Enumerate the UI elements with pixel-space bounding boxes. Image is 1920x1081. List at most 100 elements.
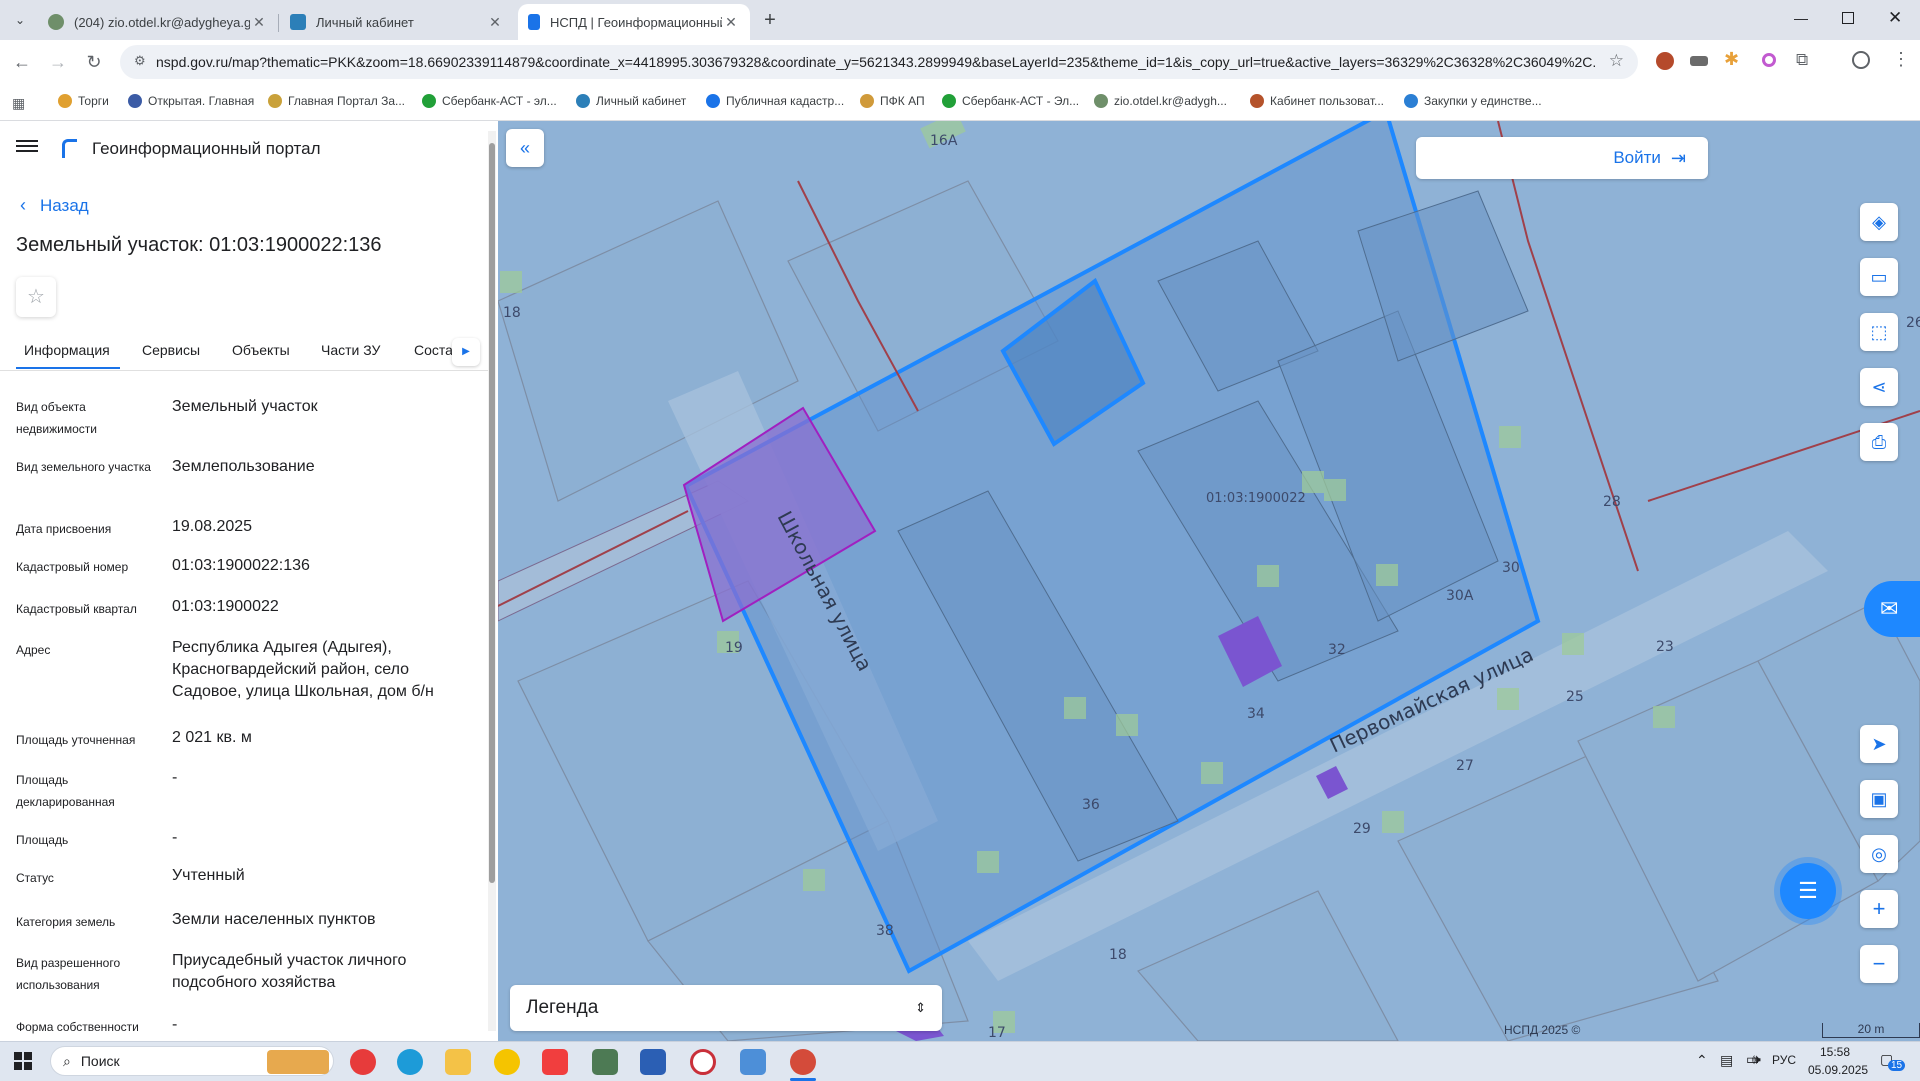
house-marker [1497,688,1519,710]
house-marker [1302,471,1324,493]
clock-time[interactable]: 15:58 [1820,1045,1850,1059]
tab-mail[interactable]: (204) zio.otdel.kr@adygheya.go ✕ [38,4,278,40]
bookmark-item[interactable]: Сбербанк-АСТ - Эл... [942,94,1079,108]
bookmark-item[interactable]: Личный кабинет [576,94,686,108]
legend-toggle[interactable]: Легенда ⇕ [510,985,942,1031]
extensions-puzzle-icon[interactable]: ⧉ [1796,50,1808,70]
close-icon[interactable]: ✕ [250,14,268,31]
reload-icon[interactable]: ↻ [80,48,108,76]
url-text: nspd.gov.ru/map?thematic=PKK&zoom=18.669… [156,54,1596,70]
bookmark-item[interactable]: ПФК АП [860,94,925,108]
menu-dots-icon[interactable]: ⋮ [1892,49,1910,70]
tab-info[interactable]: Информация [24,342,110,358]
scrollbar-thumb[interactable] [489,143,495,883]
extension-2-icon[interactable] [1690,56,1708,66]
area-select-icon[interactable]: ⬚ [1860,313,1898,351]
zoom-out-button[interactable]: − [1860,945,1898,983]
word-icon[interactable] [640,1049,666,1075]
layers-icon[interactable]: ◈ [1860,203,1898,241]
house-number: 27 [1456,758,1474,774]
share-icon[interactable]: ⋖ [1860,368,1898,406]
login-icon: ⇥ [1670,147,1686,168]
close-icon[interactable]: ✕ [486,14,504,31]
chat-icon: ☰ [1798,878,1818,903]
site-info-icon[interactable]: ⚙ [134,53,146,69]
app-icon[interactable] [494,1049,520,1075]
field-label: Площадь [16,833,69,847]
extension-3-icon[interactable]: ✱ [1724,49,1739,70]
browser-toolbar: ← → ↻ ⚙ nspd.gov.ru/map?thematic=PKK&zoo… [0,40,1920,86]
panel-scrollbar[interactable] [488,131,496,1031]
windows-start-icon[interactable] [14,1052,32,1070]
tab-nspd[interactable]: НСПД | Геоинформационный ✕ [518,4,750,40]
map-view[interactable]: 16А 17 18 26 28 30 30А 32 34 36 19 23 25… [498,121,1920,1041]
bookmark-item[interactable]: zio.otdel.kr@adygh... [1094,94,1227,108]
app-icon[interactable] [592,1049,618,1075]
restore-button[interactable] [1842,12,1854,24]
bookmark-item[interactable]: Сбербанк-АСТ - эл... [422,94,557,108]
tab-composition[interactable]: Соста [414,342,453,358]
feedback-tab-button[interactable]: ✉ [1864,581,1920,637]
language-indicator[interactable]: РУС [1772,1053,1796,1067]
bookmark-item[interactable]: Публичная кадастр... [706,94,844,108]
mail-favicon-icon [48,14,64,30]
forward-arrow-icon[interactable]: → [44,48,72,76]
tab-services[interactable]: Сервисы [142,342,200,358]
tray-device-icon[interactable]: ▤ [1720,1052,1733,1069]
taskbar-search-box[interactable]: ⌕ Поиск [50,1046,334,1076]
minimap-icon[interactable]: ▣ [1860,780,1898,818]
notification-count-badge: 15 [1888,1060,1906,1071]
tabs-divider [0,370,488,371]
geosearch-icon[interactable]: ◎ [1860,835,1898,873]
file-explorer-icon[interactable] [445,1049,471,1075]
favorite-button[interactable]: ☆ [16,277,56,317]
field-label: Вид объекта недвижимости [16,400,97,436]
chevron-up-icon[interactable]: ⌃ [1696,1052,1708,1069]
tab-personal-cabinet[interactable]: Личный кабинет ✕ [280,4,514,40]
house-marker [1653,706,1675,728]
back-arrow-icon[interactable]: ← [8,48,36,76]
tab-parts[interactable]: Части ЗУ [321,342,380,358]
hamburger-menu-icon[interactable] [16,137,38,155]
extension-1-icon[interactable] [1656,52,1674,70]
bookmark-item[interactable]: Открытая. Главная [128,94,254,108]
field-label: Категория земель [16,915,116,929]
edge-icon[interactable] [397,1049,423,1075]
house-marker [1201,762,1223,784]
bookmark-item[interactable]: Закупки у единстве... [1404,94,1542,108]
yandex-icon[interactable] [542,1049,568,1075]
house-marker [1116,714,1138,736]
login-button[interactable]: Войти ⇥ [1416,137,1708,179]
collapse-panel-button[interactable]: « [506,129,544,167]
yandex-browser-icon[interactable] [350,1049,376,1075]
app-icon[interactable] [740,1049,766,1075]
profile-icon[interactable] [1852,51,1870,69]
close-icon[interactable]: ✕ [722,14,740,31]
extension-4-icon[interactable] [1762,53,1776,67]
close-window-button[interactable]: ✕ [1888,8,1902,28]
house-number: 32 [1328,642,1346,658]
tab-objects[interactable]: Объекты [232,342,290,358]
ruler-icon[interactable]: ▭ [1860,258,1898,296]
tabs-scroll-right-button[interactable]: ▶ [452,338,480,366]
clock-date[interactable]: 05.09.2025 [1808,1063,1868,1077]
zoom-in-button[interactable]: + [1860,890,1898,928]
address-bar[interactable]: ⚙ nspd.gov.ru/map?thematic=PKK&zoom=18.6… [120,45,1638,79]
tab-search-button[interactable]: ⌄ [8,9,32,33]
field-value: 19.08.2025 [172,518,253,535]
chrome-icon[interactable] [790,1049,816,1075]
chat-button[interactable]: ☰ [1780,863,1836,919]
apps-grid-icon[interactable]: ▦ [12,95,25,112]
bookmark-item[interactable]: Главная Портал За... [268,94,405,108]
app-icon[interactable] [690,1049,716,1075]
new-tab-button[interactable]: + [758,9,782,33]
print-icon[interactable]: ⎙ [1860,423,1898,461]
locate-icon[interactable]: ➤ [1860,725,1898,763]
map-canvas[interactable]: 16А 17 18 26 28 30 30А 32 34 36 19 23 25… [498,121,1920,1041]
minimize-button[interactable]: — [1794,10,1808,26]
bookmark-item[interactable]: Торги [58,94,109,108]
back-link[interactable]: ‹ Назад [20,195,89,216]
bookmark-item[interactable]: Кабинет пользоват... [1250,94,1384,108]
bookmark-star-icon[interactable]: ☆ [1609,51,1624,71]
volume-icon[interactable]: 🕪 [1752,1051,1761,1068]
